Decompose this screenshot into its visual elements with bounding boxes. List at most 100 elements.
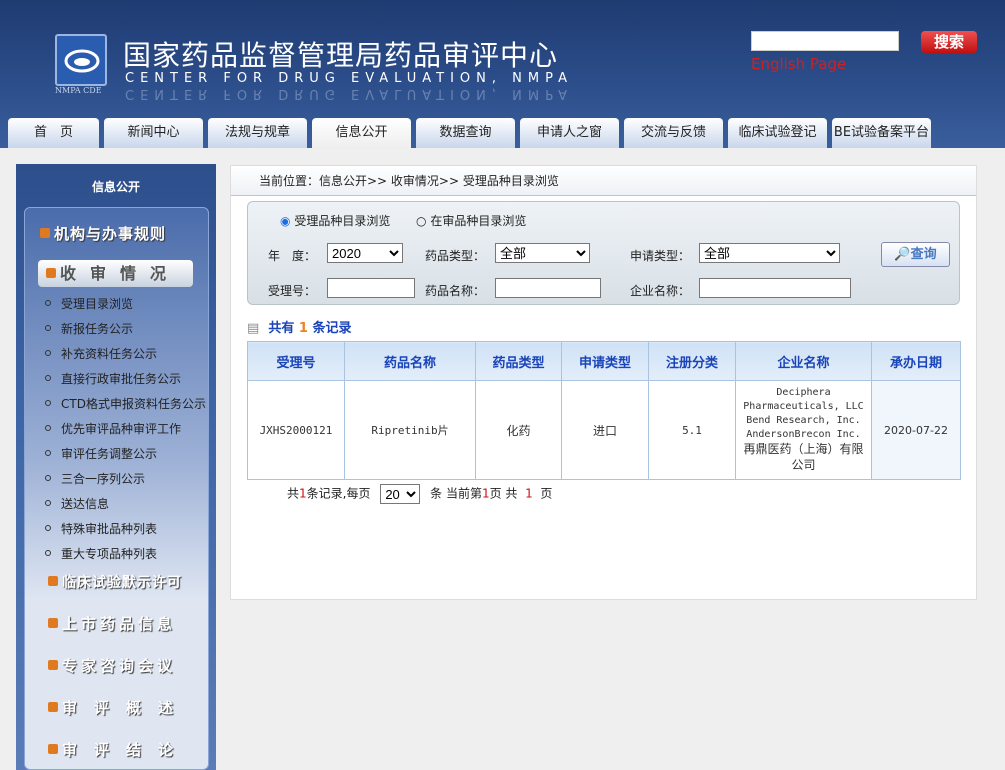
col-accept-no: 受理号 bbox=[248, 342, 345, 381]
accept-no-label: 受理号： bbox=[268, 282, 316, 299]
rss-icon bbox=[46, 268, 56, 278]
sidebar-item[interactable]: 补充资料任务公示 bbox=[45, 345, 157, 362]
english-page-link[interactable]: English Page bbox=[751, 55, 846, 73]
sidebar-title: 信息公开 bbox=[16, 178, 216, 195]
col-company: 企业名称 bbox=[736, 342, 872, 381]
rss-icon bbox=[48, 702, 58, 712]
sidebar-item[interactable]: CTD格式申报资料任务公示 bbox=[45, 395, 206, 412]
nav-tab-data[interactable]: 数据查询 bbox=[416, 118, 515, 148]
nav-tab-news[interactable]: 新闻中心 bbox=[104, 118, 203, 148]
section-label: 机构与办事规则 bbox=[54, 225, 166, 243]
pager-text: 页 bbox=[540, 487, 552, 501]
radio-checked-icon: ◉ bbox=[280, 214, 290, 228]
company-cn: 再鼎医药（上海）有限公司 bbox=[743, 442, 863, 472]
rss-icon bbox=[40, 228, 50, 238]
sidebar-item[interactable]: 优先审评品种审评工作 bbox=[45, 420, 181, 437]
sidebar-current-section[interactable]: 收审情况 bbox=[38, 260, 193, 287]
nav-tab-clinical[interactable]: 临床试验登记 bbox=[728, 118, 827, 148]
col-drug-name: 药品名称 bbox=[345, 342, 476, 381]
pager-text: 页 共 bbox=[490, 487, 518, 501]
record-count: ▤ 共有 1 条记录 bbox=[247, 317, 352, 336]
sidebar-item[interactable]: 重大专项品种列表 bbox=[45, 545, 157, 562]
nav-tab-laws[interactable]: 法规与规章 bbox=[208, 118, 307, 148]
filter-panel: ◉ 受理品种目录浏览 ○ 在审品种目录浏览 年 度： 2020 药品类型： 全部… bbox=[247, 201, 960, 305]
sidebar-section-overview[interactable]: 审评概述 bbox=[48, 697, 190, 718]
count-number: 1 bbox=[299, 321, 308, 336]
cell-apply-type: 进口 bbox=[562, 381, 649, 480]
col-reg-class: 注册分类 bbox=[649, 342, 736, 381]
query-button[interactable]: 🔎查询 bbox=[881, 242, 950, 267]
nav-tab-applicant[interactable]: 申请人之窗 bbox=[520, 118, 619, 148]
radio-accepted[interactable]: ◉ 受理品种目录浏览 bbox=[280, 212, 390, 229]
site-title: 国家药品监督管理局药品审评中心 bbox=[123, 34, 558, 74]
accept-no-input[interactable] bbox=[327, 278, 415, 298]
section-label: 临床试验默示许可 bbox=[62, 575, 182, 591]
per-page-select[interactable]: 20 bbox=[380, 484, 420, 504]
results-table: 受理号 药品名称 药品类型 申请类型 注册分类 企业名称 承办日期 JXHS20… bbox=[247, 341, 961, 480]
cell-company: Deciphera Pharmaceuticals, LLC Bend Rese… bbox=[736, 381, 872, 480]
cell-reg-class: 5.1 bbox=[649, 381, 736, 480]
sidebar-item[interactable]: 新报任务公示 bbox=[45, 320, 133, 337]
pagination: 共1条记录,每页 20 条 当前第1页 共 1 页 bbox=[287, 484, 552, 504]
apply-type-select[interactable]: 全部 bbox=[699, 243, 840, 263]
col-apply-type: 申请类型 bbox=[562, 342, 649, 381]
sidebar-item[interactable]: 受理目录浏览 bbox=[45, 295, 133, 312]
drug-type-select[interactable]: 全部 bbox=[495, 243, 590, 263]
search-button[interactable]: 搜索 bbox=[921, 31, 977, 53]
pager-total: 1 bbox=[299, 487, 307, 501]
rss-icon bbox=[48, 576, 58, 586]
nav-tab-home[interactable]: 首 页 bbox=[8, 118, 99, 148]
radio-in-review[interactable]: ○ 在审品种目录浏览 bbox=[416, 212, 526, 229]
site-subtitle-reflection: CENTER FOR DRUG EVALUATION, NMPA bbox=[125, 86, 573, 101]
section-label: 审评结论 bbox=[62, 741, 190, 759]
sidebar-section-conclusion[interactable]: 审评结论 bbox=[48, 739, 190, 760]
radio-label: 在审品种目录浏览 bbox=[430, 214, 526, 228]
sidebar-section-expert[interactable]: 专家咨询会议 bbox=[48, 655, 176, 676]
nav-tab-feedback[interactable]: 交流与反馈 bbox=[624, 118, 723, 148]
company-en: Deciphera Pharmaceuticals, LLC Bend Rese… bbox=[743, 387, 863, 440]
section-label: 审评概述 bbox=[62, 699, 190, 717]
sidebar-item[interactable]: 送达信息 bbox=[45, 495, 109, 512]
cell-drug-type: 化药 bbox=[476, 381, 562, 480]
pager-text: 条记录,每页 bbox=[307, 487, 371, 501]
drug-name-label: 药品名称： bbox=[425, 282, 485, 299]
drug-type-label: 药品类型： bbox=[425, 247, 485, 264]
sidebar-item[interactable]: 审评任务调整公示 bbox=[45, 445, 157, 462]
section-label: 专家咨询会议 bbox=[62, 657, 176, 675]
nav-tab-be[interactable]: BE试验备案平台 bbox=[832, 118, 931, 148]
company-input[interactable] bbox=[699, 278, 851, 298]
sidebar-section-market[interactable]: 上市药品信息 bbox=[48, 613, 176, 634]
company-label: 企业名称： bbox=[630, 282, 690, 299]
sidebar: 信息公开 机构与办事规则 bbox=[16, 164, 216, 770]
sidebar-item[interactable]: 特殊审批品种列表 bbox=[45, 520, 157, 537]
rss-icon bbox=[48, 618, 58, 628]
sidebar-section-rules[interactable]: 机构与办事规则 bbox=[40, 223, 166, 244]
sidebar-item[interactable]: 直接行政审批任务公示 bbox=[45, 370, 181, 387]
col-date: 承办日期 bbox=[872, 342, 961, 381]
pager-text: 条 当前第 bbox=[430, 487, 482, 501]
radio-label: 受理品种目录浏览 bbox=[294, 214, 390, 228]
radio-unchecked-icon: ○ bbox=[416, 214, 426, 228]
year-select[interactable]: 2020 bbox=[327, 243, 403, 263]
col-drug-type: 药品类型 bbox=[476, 342, 562, 381]
search-input[interactable] bbox=[751, 31, 899, 51]
year-label: 年 度： bbox=[268, 247, 316, 264]
query-label: 查询 bbox=[911, 247, 937, 262]
cell-date: 2020-07-22 bbox=[872, 381, 961, 480]
drug-name-input[interactable] bbox=[495, 278, 601, 298]
logo-text: NMPA CDE bbox=[55, 86, 102, 95]
main-panel: 当前位置：信息公开>> 收审情况>> 受理品种目录浏览 ◉ 受理品种目录浏览 ○… bbox=[230, 165, 977, 600]
site-header: NMPA CDE 国家药品监督管理局药品审评中心 CENTER FOR DRUG… bbox=[0, 0, 1005, 148]
nav-tab-info[interactable]: 信息公开 bbox=[312, 118, 411, 148]
sidebar-panel bbox=[24, 207, 209, 770]
rss-icon bbox=[48, 744, 58, 754]
sidebar-item[interactable]: 三合一序列公示 bbox=[45, 470, 145, 487]
sidebar-section-clinical[interactable]: 临床试验默示许可 bbox=[48, 572, 182, 592]
pager-page: 1 bbox=[482, 487, 490, 501]
list-icon: ▤ bbox=[247, 321, 259, 336]
table-header-row: 受理号 药品名称 药品类型 申请类型 注册分类 企业名称 承办日期 bbox=[248, 342, 961, 381]
cell-accept-no[interactable]: JXHS2000121 bbox=[248, 381, 345, 480]
count-prefix: 共有 bbox=[268, 321, 294, 336]
section-label: 收审情况 bbox=[60, 264, 180, 283]
pager-pages: 1 bbox=[525, 487, 533, 501]
